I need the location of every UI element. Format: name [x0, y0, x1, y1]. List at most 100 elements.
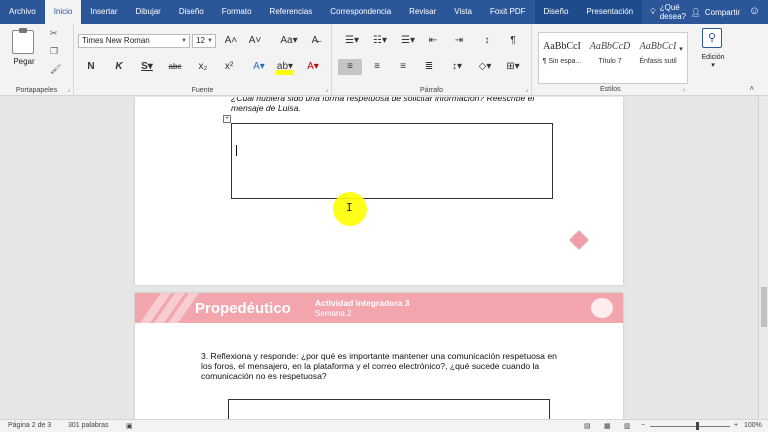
zoom-slider-thumb[interactable] [696, 422, 699, 430]
subscript-button[interactable]: x₂ [194, 59, 212, 75]
highlight-button[interactable]: ab▾ [276, 59, 294, 75]
paragraph-label: Párrafo [420, 87, 443, 94]
font-name-value: Times New Roman [82, 36, 150, 45]
font-size-combo[interactable]: 12 ▼ [192, 34, 216, 48]
page-count[interactable]: Página 2 de 3 [8, 422, 51, 429]
scrollbar-thumb[interactable] [761, 287, 767, 327]
shrink-font-button[interactable]: A˅ [246, 33, 264, 49]
share-button[interactable]: 👤︎ Compartir [691, 8, 740, 17]
shading-button[interactable]: ◇▾ [474, 59, 496, 75]
answer-textbox[interactable] [231, 123, 553, 199]
print-layout-icon[interactable]: ▦ [604, 422, 611, 430]
font-launcher-icon[interactable]: ⌟ [325, 86, 328, 93]
vertical-scrollbar[interactable] [758, 97, 768, 419]
read-mode-icon[interactable]: ▤ [584, 422, 591, 430]
tab-insertar[interactable]: Insertar [81, 0, 126, 24]
question-text: ¿Cuál hubiera sido una forma respetuosa … [231, 97, 535, 113]
editing-button[interactable]: Edición ▾ [692, 54, 734, 69]
copy-icon[interactable]: ❐ [50, 46, 58, 57]
numbering-button[interactable]: ☷▾ [368, 33, 392, 49]
tab-dibujar[interactable]: Dibujar [127, 0, 170, 24]
sort-button[interactable]: ↕ [478, 33, 496, 49]
styles-more-icon[interactable]: ▾ [676, 42, 686, 58]
change-case-button[interactable]: Aa▾ [278, 33, 300, 49]
strikethrough-button[interactable]: abc [166, 59, 184, 75]
tab-inicio[interactable]: Inicio [44, 0, 82, 24]
word-count[interactable]: 301 palabras [68, 422, 108, 429]
tab-formato[interactable]: Formato [213, 0, 261, 24]
header-banner: Propedéutico Actividad integradora 3 Sem… [135, 293, 623, 323]
font-color-button[interactable]: A▾ [304, 59, 322, 75]
borders-button[interactable]: ⊞▾ [502, 59, 524, 75]
tab-archivo[interactable]: Archivo [0, 0, 45, 24]
tab-vista[interactable]: Vista [445, 0, 481, 24]
paste-icon[interactable] [12, 28, 34, 54]
proofing-icon[interactable]: ▣ [126, 422, 133, 430]
style-sample: AaBbCcI [543, 41, 581, 52]
decrease-indent-button[interactable]: ⇤ [424, 33, 442, 49]
show-marks-button[interactable]: ¶ [504, 33, 522, 49]
grow-font-button[interactable]: A˄ [222, 33, 240, 49]
ribbon: Pegar ✂ ❐ 🖌︎ Portapapeles ⌟ Times New Ro… [0, 24, 768, 96]
justify-button[interactable]: ≣ [420, 59, 438, 75]
format-painter-icon[interactable]: 🖌︎ [50, 64, 61, 75]
answer-textbox-2[interactable] [228, 399, 550, 419]
clear-formatting-icon[interactable]: A̶ [306, 33, 324, 49]
zoom-out-icon[interactable]: − [641, 422, 645, 429]
style-name: Énfasis sutil [639, 58, 677, 65]
zoom-in-icon[interactable]: + [734, 422, 738, 429]
paragraph-launcher-icon[interactable]: ⌟ [525, 86, 528, 93]
banner-week: Semana 2 [315, 309, 352, 318]
bold-button[interactable]: N [82, 59, 100, 75]
styles-gallery: AaBbCcI ¶ Sin espa... AaBbCcD Título 7 A… [538, 32, 688, 84]
style-sin-espaciado[interactable]: AaBbCcI ¶ Sin espa... [539, 33, 585, 83]
clipboard-label: Portapapeles [15, 87, 58, 94]
zoom-slider[interactable] [650, 426, 730, 427]
align-center-button[interactable]: ≡ [368, 59, 386, 75]
styles-label: Estilos [600, 86, 621, 93]
feedback-smiley-icon[interactable]: ☺ [749, 5, 760, 17]
editing-group: ⚲ Edición ▾ [692, 24, 734, 96]
underline-button[interactable]: S▾ [138, 59, 156, 75]
collapse-ribbon-icon[interactable]: ˄ [749, 84, 754, 93]
cut-icon[interactable]: ✂ [50, 28, 58, 39]
paragraph-group: ☰▾ ☷▾ ☰▾ ⇤ ⇥ ↕ ¶ ≡ ≡ ≡ ≣ ↕▾ ◇▾ ⊞▾ Párraf… [332, 24, 532, 96]
clipboard-launcher-icon[interactable]: ⌟ [67, 86, 70, 93]
search-icon[interactable]: ⚲ [702, 28, 722, 48]
share-label: Compartir [704, 7, 740, 17]
tab-foxit-pdf[interactable]: Foxit PDF [481, 0, 535, 24]
web-layout-icon[interactable]: ▥ [624, 422, 631, 430]
italic-button[interactable]: K [110, 59, 128, 75]
style-titulo-7[interactable]: AaBbCcD Título 7 [587, 33, 633, 83]
page-2: Propedéutico Actividad integradora 3 Sem… [135, 293, 623, 419]
tab-diseno-contextual[interactable]: Diseño [534, 0, 578, 24]
style-sample: AaBbCcI [639, 41, 677, 52]
font-label: Fuente [191, 87, 214, 94]
increase-indent-button[interactable]: ⇥ [450, 33, 468, 49]
style-enfasis-sutil[interactable]: AaBbCcI Énfasis sutil [635, 33, 681, 83]
tab-diseno[interactable]: Diseño [170, 0, 213, 24]
bullets-button[interactable]: ☰▾ [340, 33, 364, 49]
superscript-button[interactable]: x² [220, 59, 238, 75]
paste-button[interactable]: Pegar [4, 57, 44, 66]
font-size-value: 12 [196, 36, 205, 45]
multilevel-list-button[interactable]: ☰▾ [396, 33, 420, 49]
line-spacing-button[interactable]: ↕▾ [446, 59, 468, 75]
align-right-button[interactable]: ≡ [394, 59, 412, 75]
tab-correspondencia[interactable]: Correspondencia [321, 0, 400, 24]
chevron-down-icon: ▼ [181, 38, 187, 44]
tab-revisar[interactable]: Revisar [400, 0, 445, 24]
tell-me-box[interactable]: 💡︎ ¿Qué desea? [650, 3, 691, 21]
styles-launcher-icon[interactable]: ⌟ [682, 85, 685, 92]
align-left-button[interactable]: ≡ [338, 59, 362, 75]
zoom-level[interactable]: 100% [744, 422, 762, 429]
font-name-combo[interactable]: Times New Roman ▼ [78, 34, 190, 48]
text-effects-button[interactable]: A▾ [250, 59, 268, 75]
tab-referencias[interactable]: Referencias [261, 0, 322, 24]
move-handle-icon[interactable]: + [223, 115, 231, 123]
tab-presentacion[interactable]: Presentación [577, 0, 643, 24]
style-name: ¶ Sin espa... [542, 58, 582, 65]
text-caret [236, 145, 237, 156]
chevron-down-icon: ▼ [207, 38, 213, 44]
chevron-down-icon: ▾ [711, 62, 715, 69]
